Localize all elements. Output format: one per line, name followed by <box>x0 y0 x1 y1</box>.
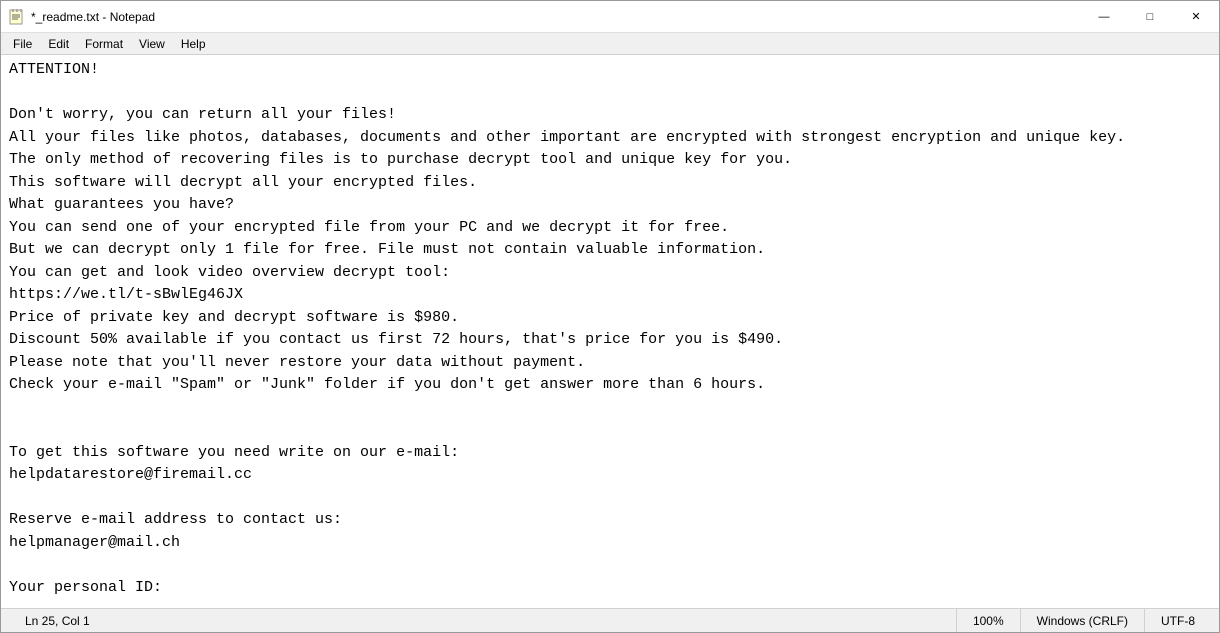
maximize-button[interactable]: □ <box>1127 1 1173 33</box>
minimize-button[interactable]: — <box>1081 1 1127 33</box>
title-bar: *_readme.txt - Notepad — □ ✕ <box>1 1 1219 33</box>
menu-help[interactable]: Help <box>173 35 214 53</box>
notepad-icon <box>9 9 25 25</box>
menu-edit[interactable]: Edit <box>40 35 77 53</box>
menu-bar: File Edit Format View Help <box>1 33 1219 55</box>
title-bar-left: *_readme.txt - Notepad <box>9 9 155 25</box>
title-bar-controls: — □ ✕ <box>1081 1 1219 33</box>
editor-content[interactable]: ATTENTION! Don't worry, you can return a… <box>1 55 1219 608</box>
editor-area[interactable]: ATTENTION! Don't worry, you can return a… <box>1 55 1219 608</box>
notepad-window: *_readme.txt - Notepad — □ ✕ File Edit F… <box>0 0 1220 633</box>
encoding: UTF-8 <box>1144 609 1211 632</box>
menu-view[interactable]: View <box>131 35 173 53</box>
cursor-position: Ln 25, Col 1 <box>9 609 106 632</box>
zoom-level: 100% <box>956 609 1020 632</box>
menu-file[interactable]: File <box>5 35 40 53</box>
window-title: *_readme.txt - Notepad <box>31 10 155 24</box>
close-button[interactable]: ✕ <box>1173 1 1219 33</box>
line-ending: Windows (CRLF) <box>1020 609 1144 632</box>
menu-format[interactable]: Format <box>77 35 131 53</box>
status-bar: Ln 25, Col 1 100% Windows (CRLF) UTF-8 <box>1 608 1219 632</box>
